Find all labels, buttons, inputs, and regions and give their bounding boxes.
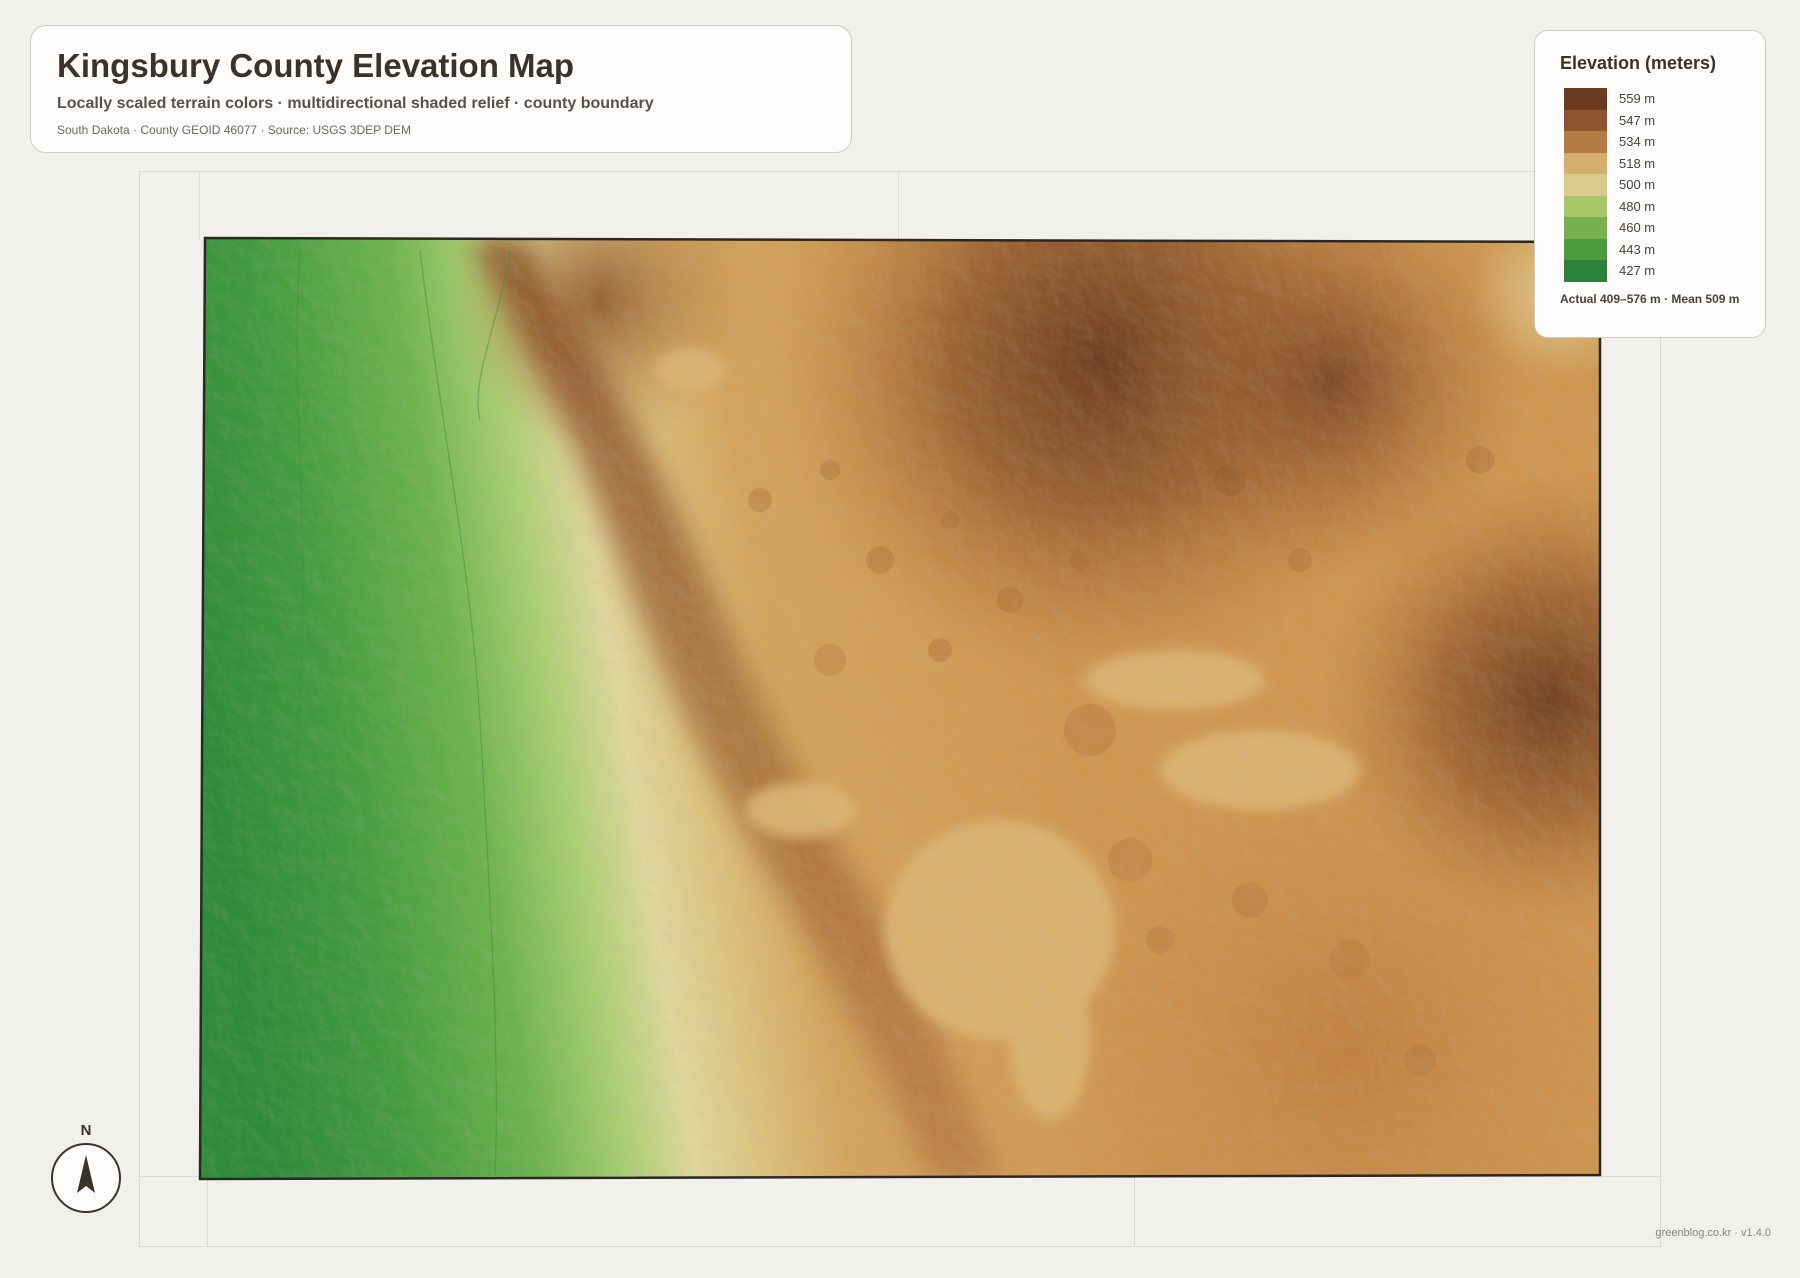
legend-item: 480 m bbox=[1564, 195, 1765, 217]
elevation-map bbox=[0, 0, 1800, 1273]
legend-swatch bbox=[1564, 217, 1607, 239]
legend-label: 559 m bbox=[1619, 91, 1656, 107]
legend-label: 518 m bbox=[1619, 155, 1656, 171]
legend-label: 460 m bbox=[1619, 220, 1656, 236]
elevation-legend: Elevation (meters) 559 m 547 m 534 m 518… bbox=[1534, 30, 1766, 338]
credit-text: greenblog.co.kr · v1.4.0 bbox=[1655, 1227, 1771, 1239]
legend-swatch bbox=[1564, 88, 1607, 110]
legend-swatch bbox=[1564, 195, 1607, 217]
legend-item: 460 m bbox=[1564, 217, 1765, 239]
legend-swatch bbox=[1564, 109, 1607, 131]
north-label: N bbox=[80, 1122, 92, 1139]
map-subtitle: Locally scaled terrain colors · multidir… bbox=[57, 95, 654, 112]
legend-item: 518 m bbox=[1564, 152, 1765, 174]
legend-item: 500 m bbox=[1564, 174, 1765, 196]
legend-label: 547 m bbox=[1619, 112, 1656, 128]
legend-swatch bbox=[1564, 131, 1607, 153]
legend-item: 559 m bbox=[1564, 88, 1765, 110]
title-card: Kingsbury County Elevation Map Locally s… bbox=[30, 25, 852, 153]
legend-title: Elevation (meters) bbox=[1560, 53, 1717, 73]
legend-label: 443 m bbox=[1619, 241, 1656, 257]
legend-label: 500 m bbox=[1619, 177, 1656, 193]
legend-label: 427 m bbox=[1619, 263, 1656, 279]
north-arrow: N bbox=[50, 1122, 122, 1213]
legend-swatch bbox=[1564, 238, 1607, 260]
map-source: South Dakota · County GEOID 46077 · Sour… bbox=[57, 123, 411, 137]
legend-stats: Actual 409–576 m · Mean 509 m bbox=[1560, 291, 1740, 306]
legend-item: 534 m bbox=[1564, 131, 1765, 153]
north-arrow-circle bbox=[51, 1143, 121, 1213]
legend-item: 547 m bbox=[1564, 109, 1765, 131]
legend-swatch bbox=[1564, 260, 1607, 282]
north-arrow-icon bbox=[77, 1155, 95, 1193]
legend-swatch bbox=[1564, 174, 1607, 196]
legend-swatch bbox=[1564, 152, 1607, 174]
legend-item: 427 m bbox=[1564, 260, 1765, 282]
legend-label: 534 m bbox=[1619, 134, 1656, 150]
legend-ramp: 559 m 547 m 534 m 518 m 500 m 480 m 460 … bbox=[1564, 88, 1765, 282]
legend-label: 480 m bbox=[1619, 198, 1656, 214]
terrain-layer bbox=[200, 238, 1600, 1179]
elevation-map-svg bbox=[198, 236, 1602, 1181]
legend-item: 443 m bbox=[1564, 238, 1765, 260]
map-title: Kingsbury County Elevation Map bbox=[57, 47, 575, 84]
